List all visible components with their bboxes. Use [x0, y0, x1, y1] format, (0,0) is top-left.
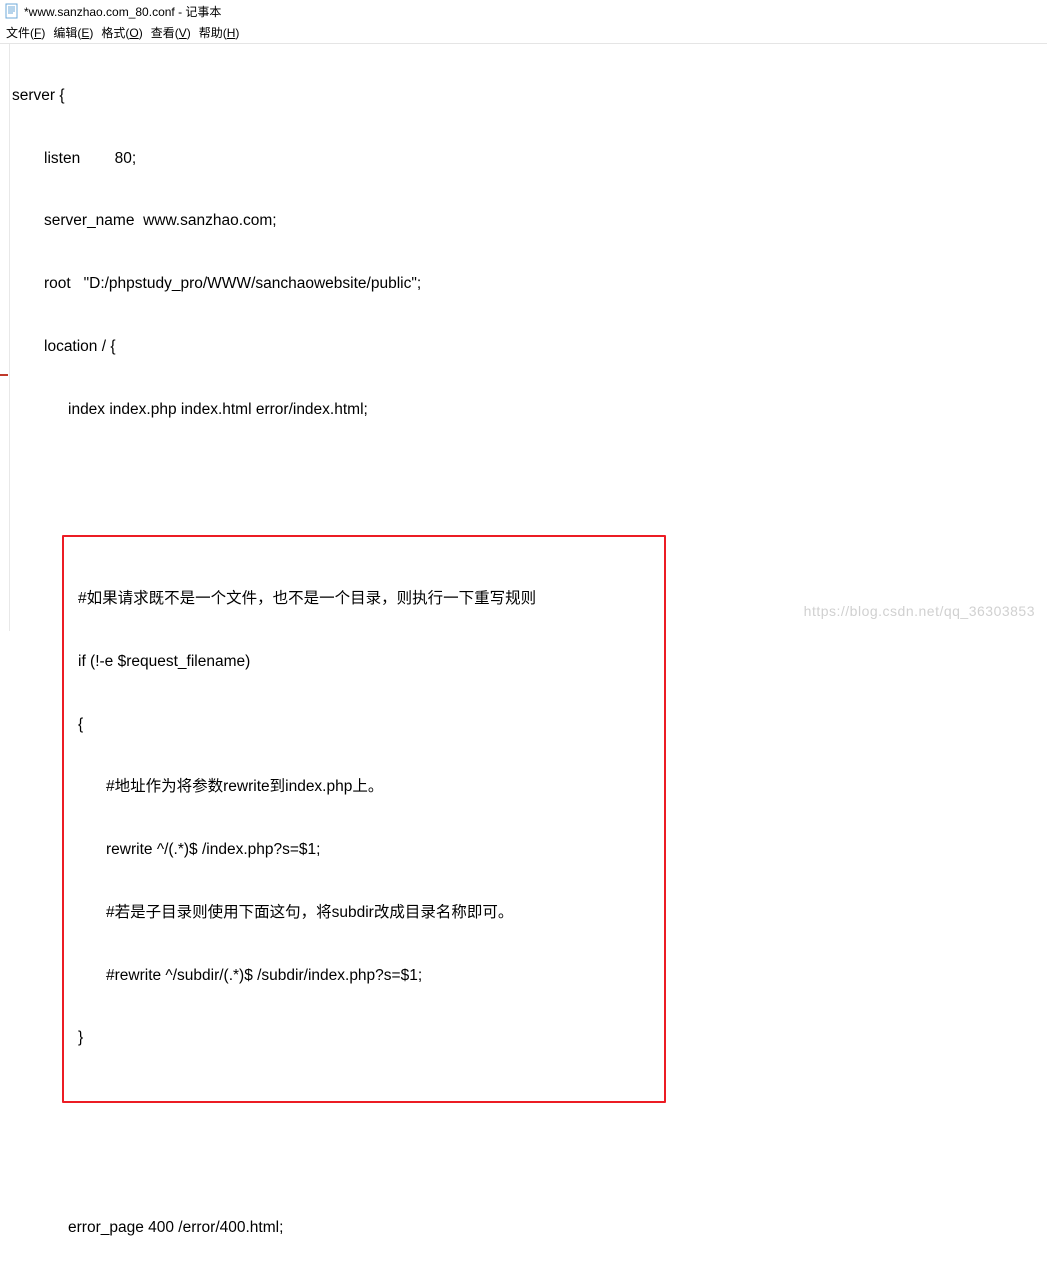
watermark-text: https://blog.csdn.net/qq_36303853	[804, 603, 1035, 619]
code-line: server {	[12, 86, 1047, 107]
code-line: server_name www.sanzhao.com;	[12, 211, 1047, 232]
menu-help[interactable]: 帮助(H)	[199, 24, 240, 41]
code-line: rewrite ^/(.*)$ /index.php?s=$1;	[78, 840, 650, 861]
code-line: index index.php index.html error/index.h…	[12, 400, 1047, 421]
menu-format[interactable]: 格式(O)	[101, 24, 142, 41]
code-line: if (!-e $request_filename)	[78, 652, 650, 673]
spacer	[12, 462, 1047, 468]
menu-view[interactable]: 查看(V)	[151, 24, 191, 41]
code-line: location / {	[12, 337, 1047, 358]
code-line: #rewrite ^/subdir/(.*)$ /subdir/index.ph…	[78, 966, 650, 987]
code-line: listen 80;	[12, 149, 1047, 170]
code-line: {	[78, 715, 650, 736]
highlight-annotation-box: #如果请求既不是一个文件，也不是一个目录，则执行一下重写规则 if (!-e $…	[62, 535, 666, 1103]
menu-file[interactable]: 文件(F)	[6, 24, 45, 41]
code-line: root "D:/phpstudy_pro/WWW/sanchaowebsite…	[12, 274, 1047, 295]
code-line: #地址作为将参数rewrite到index.php上。	[78, 777, 650, 798]
spacer	[12, 1170, 1047, 1176]
window-title: *www.sanzhao.com_80.conf - 记事本	[24, 3, 221, 20]
code-line: #如果请求既不是一个文件，也不是一个目录，则执行一下重写规则	[78, 589, 650, 610]
code-line: error_page 400 /error/400.html;	[12, 1218, 1047, 1239]
menu-bar: 文件(F) 编辑(E) 格式(O) 查看(V) 帮助(H)	[0, 22, 1047, 44]
left-gutter	[0, 44, 10, 631]
window-titlebar: *www.sanzhao.com_80.conf - 记事本	[0, 0, 1047, 22]
editor-content[interactable]: server { listen 80; server_name www.sanz…	[12, 44, 1047, 631]
gutter-tick	[0, 374, 8, 376]
code-line: }	[78, 1028, 650, 1049]
menu-edit[interactable]: 编辑(E)	[53, 24, 93, 41]
code-line: #若是子目录则使用下面这句，将subdir改成目录名称即可。	[78, 903, 650, 924]
notepad-icon	[4, 3, 20, 19]
